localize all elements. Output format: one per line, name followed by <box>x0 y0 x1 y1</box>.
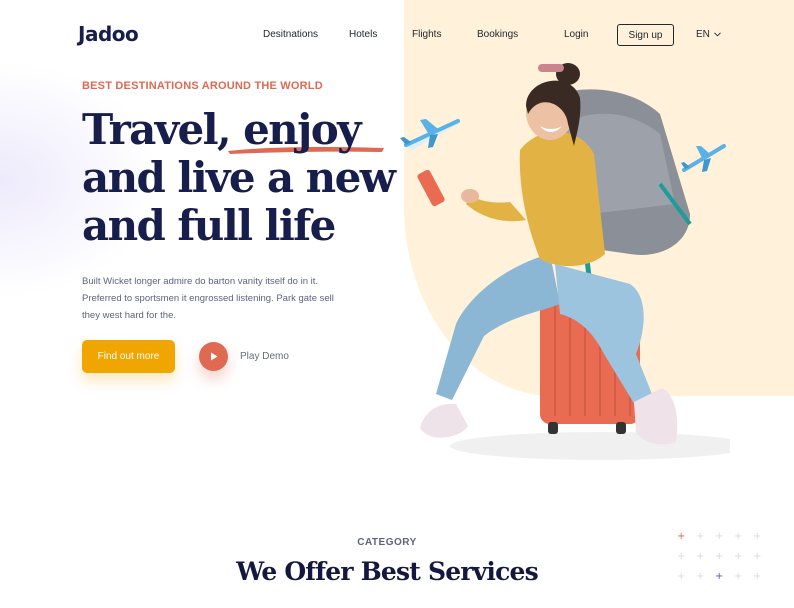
signup-button[interactable]: Sign up <box>617 24 674 46</box>
play-icon <box>210 352 217 361</box>
category-title: We Offer Best Services <box>236 557 539 586</box>
nav-item-hotels[interactable]: Hotels <box>349 29 377 40</box>
traveler-illustration <box>417 63 730 460</box>
headline-line-2: and live a new <box>82 153 396 202</box>
nav-item-destinations[interactable]: Desitnations <box>263 29 318 40</box>
nav-item-bookings[interactable]: Bookings <box>477 29 518 40</box>
hero-description: Built Wicket longer admire do barton van… <box>82 276 334 321</box>
category-subtitle: CATEGORY <box>357 537 417 548</box>
decorative-plus-grid: + + + + + + + + + + + + + + + <box>677 531 762 582</box>
headline-line-3: and full life <box>82 201 336 250</box>
chevron-down-icon <box>714 32 721 37</box>
find-out-more-button[interactable]: Find out more <box>82 340 175 373</box>
play-demo-button[interactable] <box>199 342 228 371</box>
nav-item-flights[interactable]: Flights <box>412 29 441 40</box>
main-nav: Desitnations Hotels Flights Bookings Log… <box>0 29 794 43</box>
hero-headline: Travel, enjoy and live a new and full li… <box>82 106 412 250</box>
language-label: EN <box>696 29 710 40</box>
language-selector[interactable]: EN <box>696 29 721 40</box>
headline-line-1: Travel, enjoy <box>82 105 362 154</box>
play-demo-label[interactable]: Play Demo <box>240 351 289 362</box>
login-link[interactable]: Login <box>564 29 588 40</box>
hero-tagline: BEST DESTINATIONS AROUND THE WORLD <box>82 80 323 92</box>
